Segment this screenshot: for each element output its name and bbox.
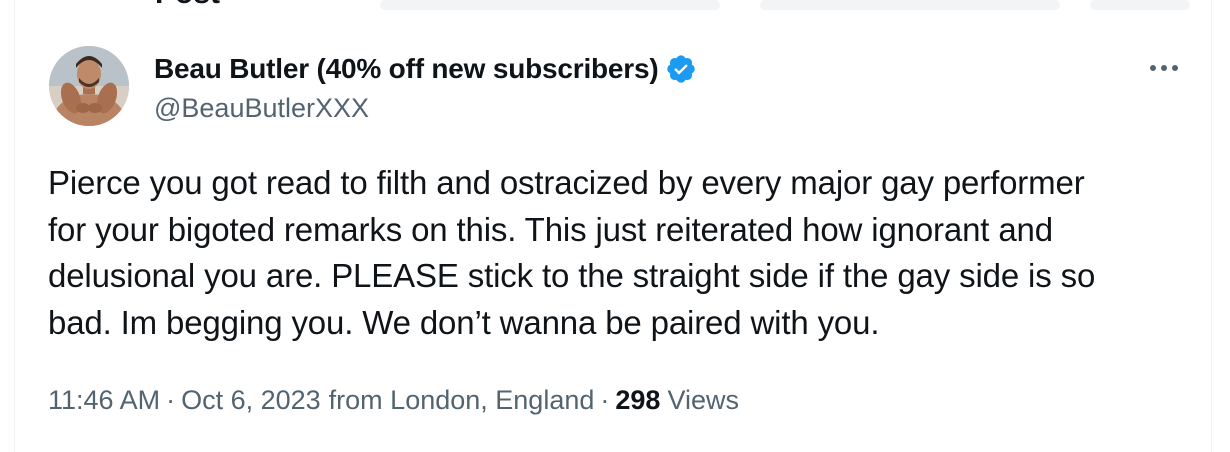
verified-badge-icon[interactable]	[665, 53, 697, 85]
tweet-text: Pierce you got read to filth and ostraci…	[48, 160, 1188, 346]
tweet-time: 11:46 AM	[48, 385, 161, 415]
tweet-timestamp[interactable]: 11:46 AM · Oct 6, 2023	[48, 382, 321, 418]
tweet-page: ← Post Beau Butler (40% off new subscr	[0, 0, 1230, 452]
tweet-text-line: delusional you are. PLEASE stick to the …	[48, 257, 1096, 294]
views-label: Views	[667, 385, 739, 415]
views-count[interactable]: 298	[615, 382, 660, 418]
more-options-button[interactable]	[1144, 52, 1184, 84]
author-handle[interactable]: @BeauButlerXXX	[154, 92, 369, 124]
avatar[interactable]	[49, 46, 129, 126]
tweet-meta: 11:46 AM · Oct 6, 2023 from London, Englan…	[48, 382, 739, 418]
meta-separator: ·	[600, 385, 610, 415]
meta-separator: ·	[166, 385, 176, 415]
post-card: Beau Butler (40% off new subscribers) @B…	[14, 0, 1212, 452]
tweet-location: from London, England	[328, 385, 595, 415]
more-horizontal-icon	[1150, 65, 1178, 71]
tweet-date: Oct 6, 2023	[181, 385, 321, 415]
tweet-text-line: Pierce you got read to filth and ostraci…	[48, 164, 1085, 201]
author-display-name[interactable]: Beau Butler (40% off new subscribers)	[154, 52, 659, 86]
tweet-text-line: for your bigoted remarks on this. This j…	[48, 210, 1053, 248]
avatar-photo	[49, 46, 129, 126]
tweet-text-line: bad. Im begging you. We don’t wanna be p…	[48, 303, 880, 341]
author-name-row: Beau Butler (40% off new subscribers)	[154, 52, 697, 86]
